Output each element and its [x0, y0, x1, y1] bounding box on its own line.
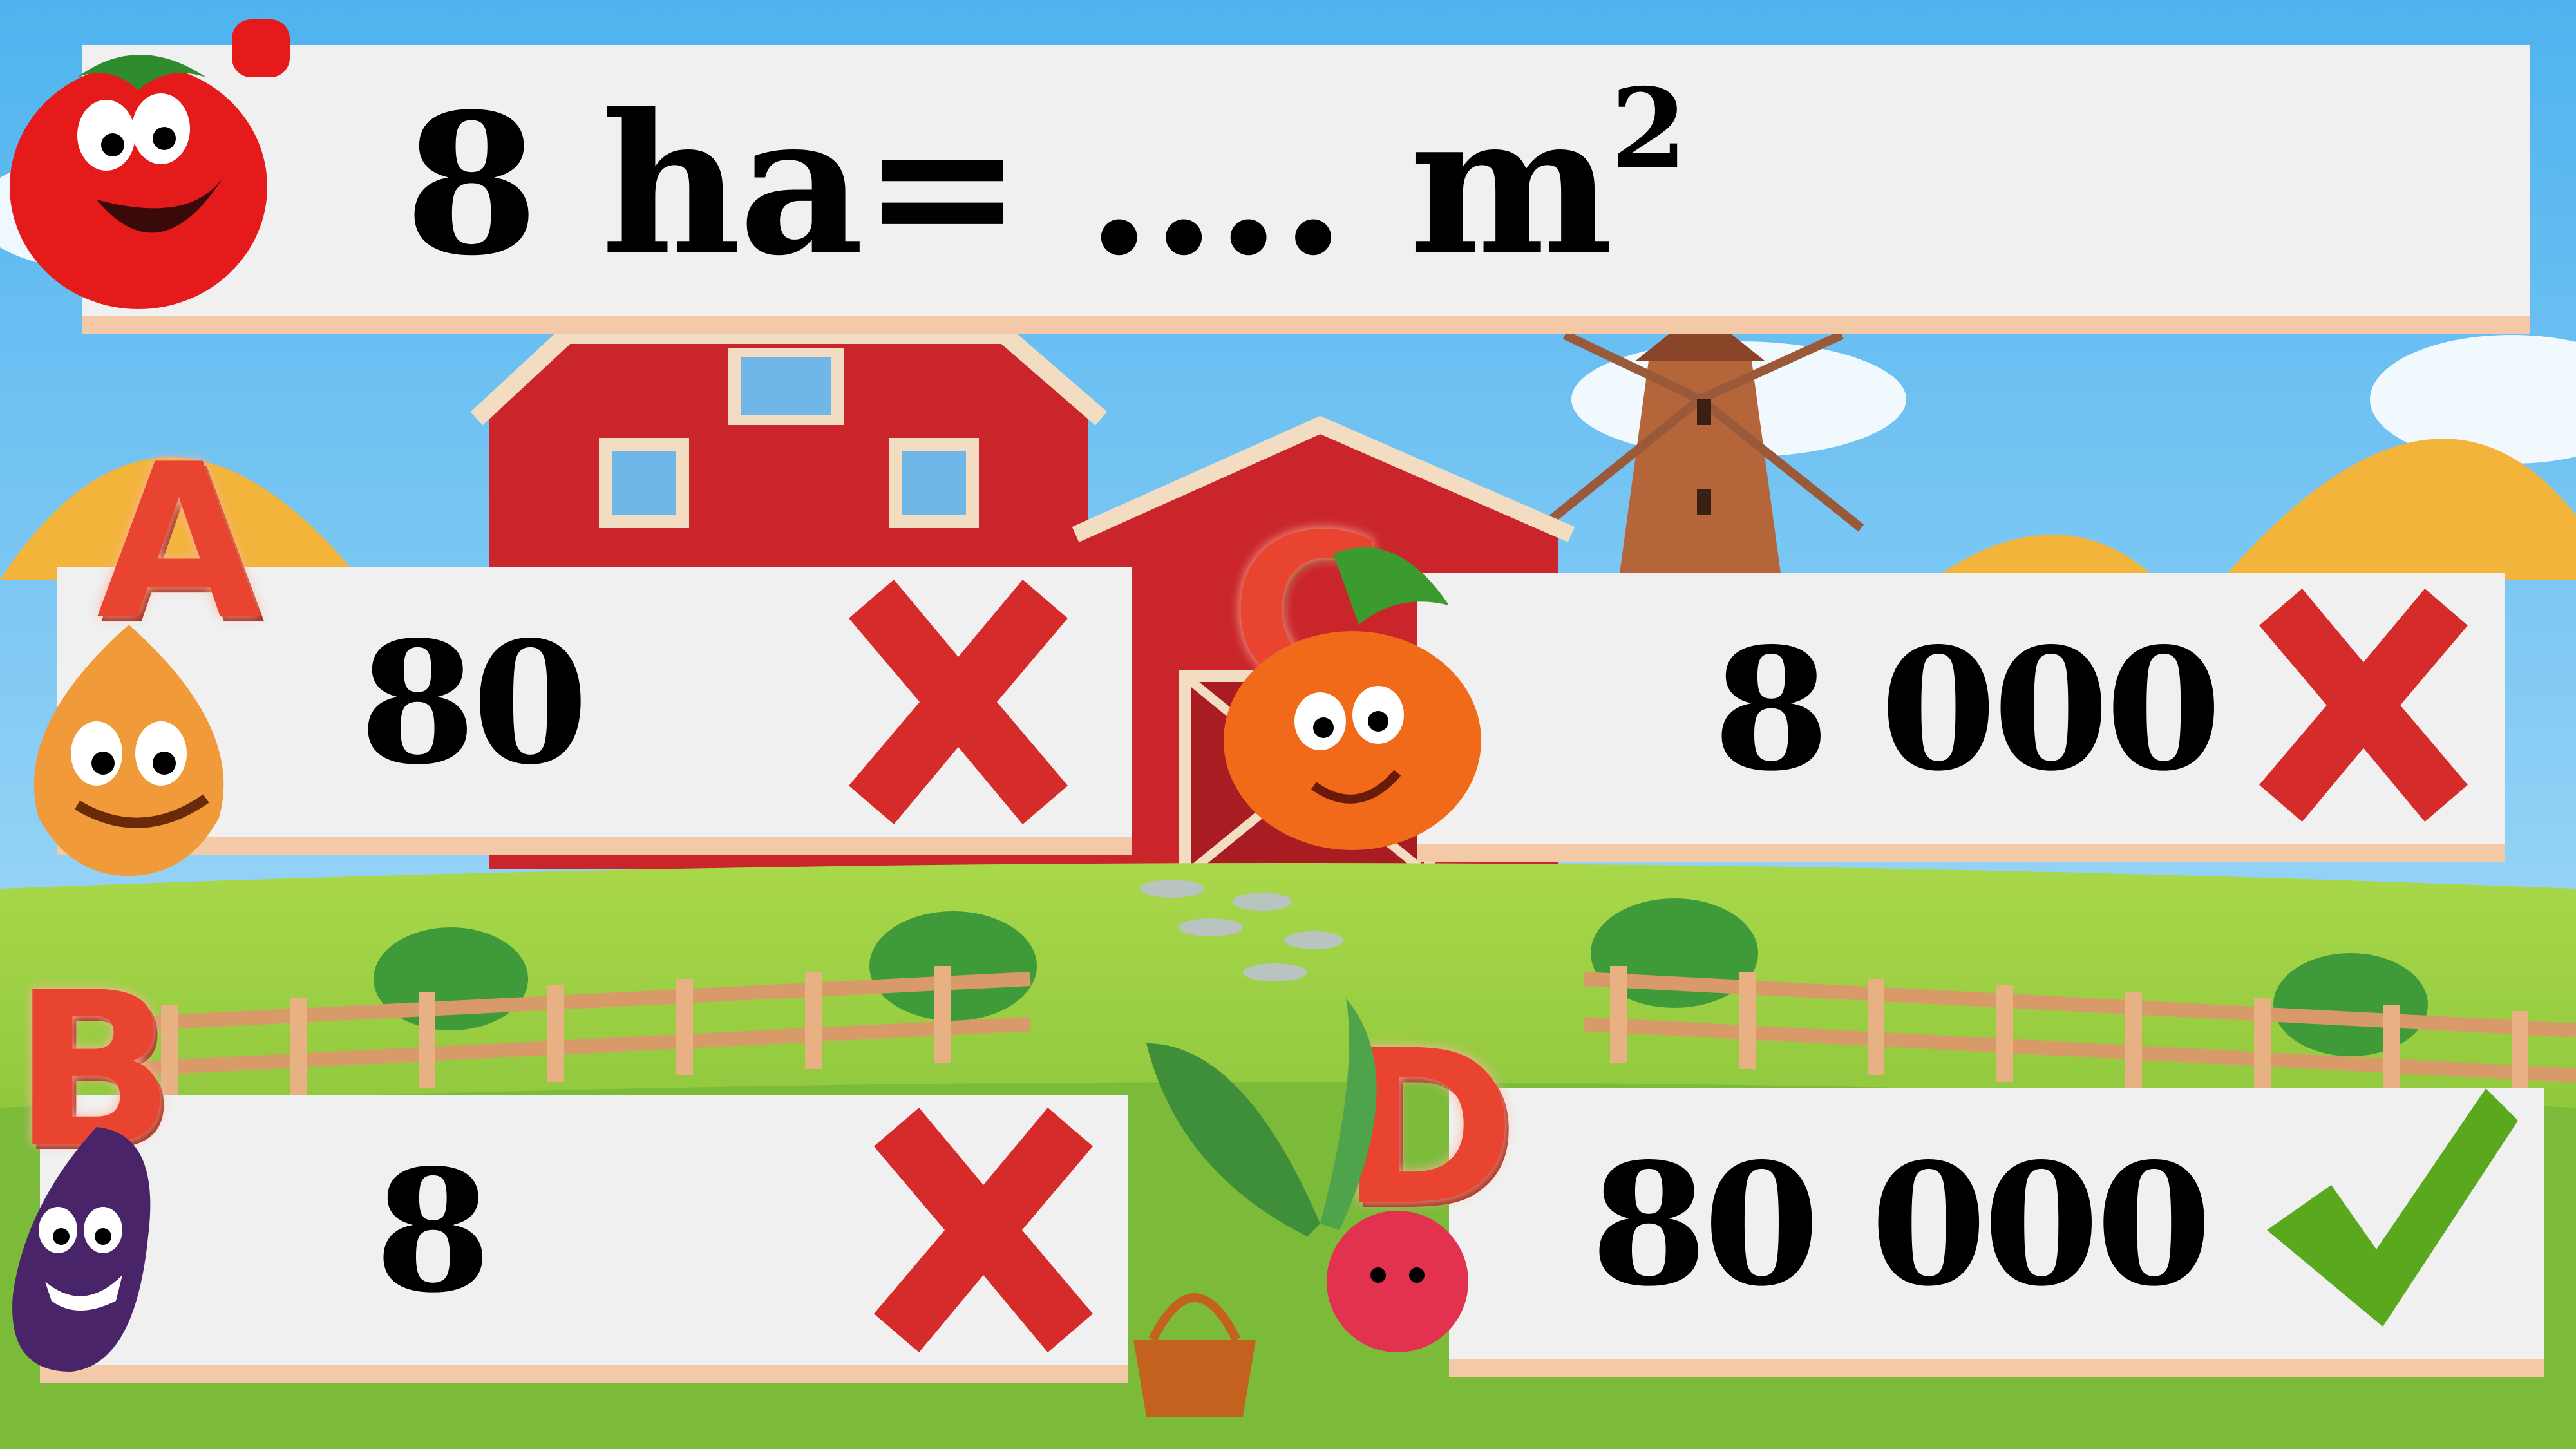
answer-c-value: 8 000	[1713, 612, 2222, 808]
answer-c-option[interactable]: 8 000	[1417, 573, 2505, 844]
question-text: 8 ha= .... m2	[404, 64, 1687, 298]
correct-check-icon	[2267, 1088, 2518, 1327]
wrong-mark-icon	[849, 580, 1068, 824]
radish-icon	[1133, 998, 1468, 1417]
pumpkin-icon	[1224, 547, 1481, 850]
wrong-mark-icon	[874, 1108, 1093, 1352]
answer-a-value: 80	[359, 605, 589, 802]
answer-d-option[interactable]: 80 000	[1449, 1088, 2544, 1359]
question-main-text: 8 ha= .... m	[404, 71, 1613, 298]
wrong-mark-icon	[2259, 589, 2468, 822]
question-superscript: 2	[1611, 64, 1687, 193]
answer-b-option[interactable]: 8	[40, 1095, 1128, 1365]
question-banner: 8 ha= .... m2	[82, 45, 2530, 316]
eggplant-icon	[12, 1127, 151, 1372]
onion-icon	[33, 625, 224, 876]
answer-b-value: 8	[375, 1133, 491, 1330]
answer-d-value: 80 000	[1591, 1127, 2212, 1323]
tomato-mascot-icon	[10, 19, 290, 309]
